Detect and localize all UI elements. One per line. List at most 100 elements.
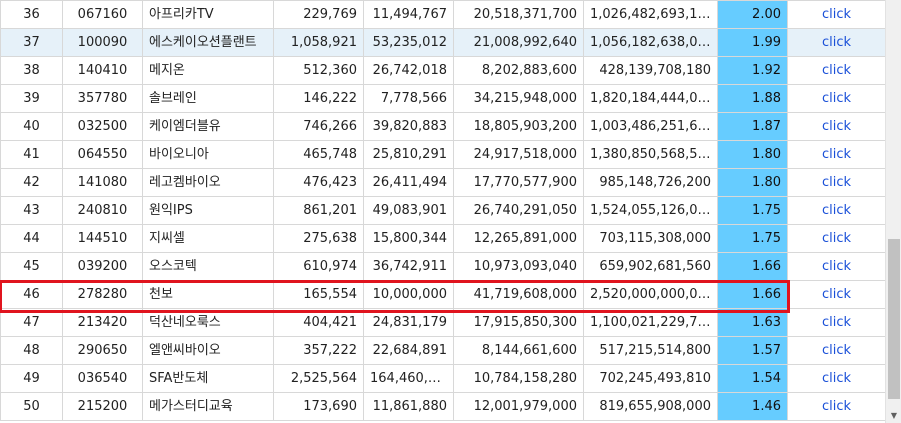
market-cap-cell: 428,139,708,180 xyxy=(583,56,718,85)
rank-cell: 48 xyxy=(0,336,63,365)
scrollbar-thumb[interactable] xyxy=(888,239,900,399)
click-link[interactable]: click xyxy=(787,336,885,365)
score-cell: 1.80 xyxy=(717,140,788,169)
table-row[interactable]: 49 036540 SFA반도체 2,525,564 164,460,303 10,784… xyxy=(0,364,885,393)
table-row[interactable]: 42 141080 레고켐바이오 476,423 26,411,494 17,770,57… xyxy=(0,168,885,197)
market-cap-cell: 702,245,493,810 xyxy=(583,364,718,393)
name-cell: 케이엠더블유 xyxy=(142,112,274,141)
code-cell: 067160 xyxy=(62,0,143,29)
shares-cell: 49,083,901 xyxy=(363,196,454,225)
code-cell: 215200 xyxy=(62,392,143,421)
amount-cell: 34,215,948,000 xyxy=(453,84,584,113)
name-cell: 아프리카TV xyxy=(142,0,274,29)
name-cell: 에스케이오션플랜트 xyxy=(142,28,274,57)
volume-cell: 2,525,564 xyxy=(273,364,364,393)
shares-cell: 39,820,883 xyxy=(363,112,454,141)
table-row[interactable]: 43 240810 원익IPS 861,201 49,083,901 26,740,291… xyxy=(0,196,885,225)
volume-cell: 465,748 xyxy=(273,140,364,169)
amount-cell: 8,144,661,600 xyxy=(453,336,584,365)
click-link[interactable]: click xyxy=(787,112,885,141)
table-row[interactable]: 38 140410 메지온 512,360 26,742,018 8,202,883,60… xyxy=(0,56,885,85)
table-row[interactable]: 45 039200 오스코텍 610,974 36,742,911 10,973,093,… xyxy=(0,252,885,281)
table-row[interactable]: 48 290650 엘앤씨바이오 357,222 22,684,891 8,144,661… xyxy=(0,336,885,365)
market-cap-cell: 1,026,482,693,100 xyxy=(583,0,718,29)
shares-cell: 15,800,344 xyxy=(363,224,454,253)
shares-cell: 7,778,566 xyxy=(363,84,454,113)
click-link[interactable]: click xyxy=(787,140,885,169)
volume-cell: 1,058,921 xyxy=(273,28,364,57)
code-cell: 140410 xyxy=(62,56,143,85)
amount-cell: 26,740,291,050 xyxy=(453,196,584,225)
name-cell: 지씨셀 xyxy=(142,224,274,253)
shares-cell: 22,684,891 xyxy=(363,336,454,365)
stock-table: 36 067160 아프리카TV 229,769 11,494,767 20,518,37… xyxy=(0,0,885,423)
amount-cell: 18,805,903,200 xyxy=(453,112,584,141)
volume-cell: 146,222 xyxy=(273,84,364,113)
name-cell: 레고켐바이오 xyxy=(142,168,274,197)
score-cell: 1.75 xyxy=(717,196,788,225)
code-cell: 036540 xyxy=(62,364,143,393)
volume-cell: 746,266 xyxy=(273,112,364,141)
rank-cell: 47 xyxy=(0,308,63,337)
table-row[interactable]: 37 100090 에스케이오션플랜트 1,058,921 53,235,012 21,0… xyxy=(0,28,885,57)
click-link[interactable]: click xyxy=(787,364,885,393)
score-cell: 1.99 xyxy=(717,28,788,57)
rank-cell: 39 xyxy=(0,84,63,113)
table-row[interactable]: 50 215200 메가스터디교육 173,690 11,861,880 12,001,9… xyxy=(0,392,885,421)
score-cell: 1.92 xyxy=(717,56,788,85)
shares-cell: 26,411,494 xyxy=(363,168,454,197)
market-cap-cell: 1,380,850,568,500 xyxy=(583,140,718,169)
click-link[interactable]: click xyxy=(787,84,885,113)
name-cell: 원익IPS xyxy=(142,196,274,225)
market-cap-cell: 659,902,681,560 xyxy=(583,252,718,281)
click-link[interactable]: click xyxy=(787,196,885,225)
table-row[interactable]: 40 032500 케이엠더블유 746,266 39,820,883 18,805,90… xyxy=(0,112,885,141)
name-cell: 바이오니아 xyxy=(142,140,274,169)
click-link[interactable]: click xyxy=(787,280,885,309)
click-link[interactable]: click xyxy=(787,0,885,29)
score-cell: 1.46 xyxy=(717,392,788,421)
chevron-down-icon[interactable]: ▼ xyxy=(886,407,901,423)
rank-cell: 41 xyxy=(0,140,63,169)
code-cell: 278280 xyxy=(62,280,143,309)
table-row[interactable]: 39 357780 솔브레인 146,222 7,778,566 34,215,948,0… xyxy=(0,84,885,113)
score-cell: 2.00 xyxy=(717,0,788,29)
click-link[interactable]: click xyxy=(787,168,885,197)
click-link[interactable]: click xyxy=(787,28,885,57)
market-cap-cell: 1,003,486,251,600 xyxy=(583,112,718,141)
amount-cell: 10,784,158,280 xyxy=(453,364,584,393)
name-cell: SFA반도체 xyxy=(142,364,274,393)
table-row[interactable]: 46 278280 천보 165,554 10,000,000 41,719,608,00… xyxy=(0,280,885,309)
score-cell: 1.57 xyxy=(717,336,788,365)
amount-cell: 10,973,093,040 xyxy=(453,252,584,281)
table-row[interactable]: 36 067160 아프리카TV 229,769 11,494,767 20,518,37… xyxy=(0,0,885,29)
shares-cell: 25,810,291 xyxy=(363,140,454,169)
code-cell: 032500 xyxy=(62,112,143,141)
rank-cell: 50 xyxy=(0,392,63,421)
score-cell: 1.63 xyxy=(717,308,788,337)
click-link[interactable]: click xyxy=(787,224,885,253)
score-cell: 1.66 xyxy=(717,280,788,309)
shares-cell: 24,831,179 xyxy=(363,308,454,337)
volume-cell: 861,201 xyxy=(273,196,364,225)
shares-cell: 10,000,000 xyxy=(363,280,454,309)
table-row[interactable]: 47 213420 덕산네오룩스 404,421 24,831,179 17,915,85… xyxy=(0,308,885,337)
code-cell: 100090 xyxy=(62,28,143,57)
click-link[interactable]: click xyxy=(787,252,885,281)
rank-cell: 40 xyxy=(0,112,63,141)
name-cell: 천보 xyxy=(142,280,274,309)
click-link[interactable]: click xyxy=(787,392,885,421)
rank-cell: 36 xyxy=(0,0,63,29)
vertical-scrollbar[interactable]: ▼ xyxy=(885,0,901,423)
market-cap-cell: 703,115,308,000 xyxy=(583,224,718,253)
click-link[interactable]: click xyxy=(787,308,885,337)
market-cap-cell: 517,215,514,800 xyxy=(583,336,718,365)
code-cell: 144510 xyxy=(62,224,143,253)
rank-cell: 38 xyxy=(0,56,63,85)
score-cell: 1.80 xyxy=(717,168,788,197)
rank-cell: 42 xyxy=(0,168,63,197)
table-row[interactable]: 41 064550 바이오니아 465,748 25,810,291 24,917,518… xyxy=(0,140,885,169)
click-link[interactable]: click xyxy=(787,56,885,85)
code-cell: 141080 xyxy=(62,168,143,197)
table-row[interactable]: 44 144510 지씨셀 275,638 15,800,344 12,265,891,0… xyxy=(0,224,885,253)
